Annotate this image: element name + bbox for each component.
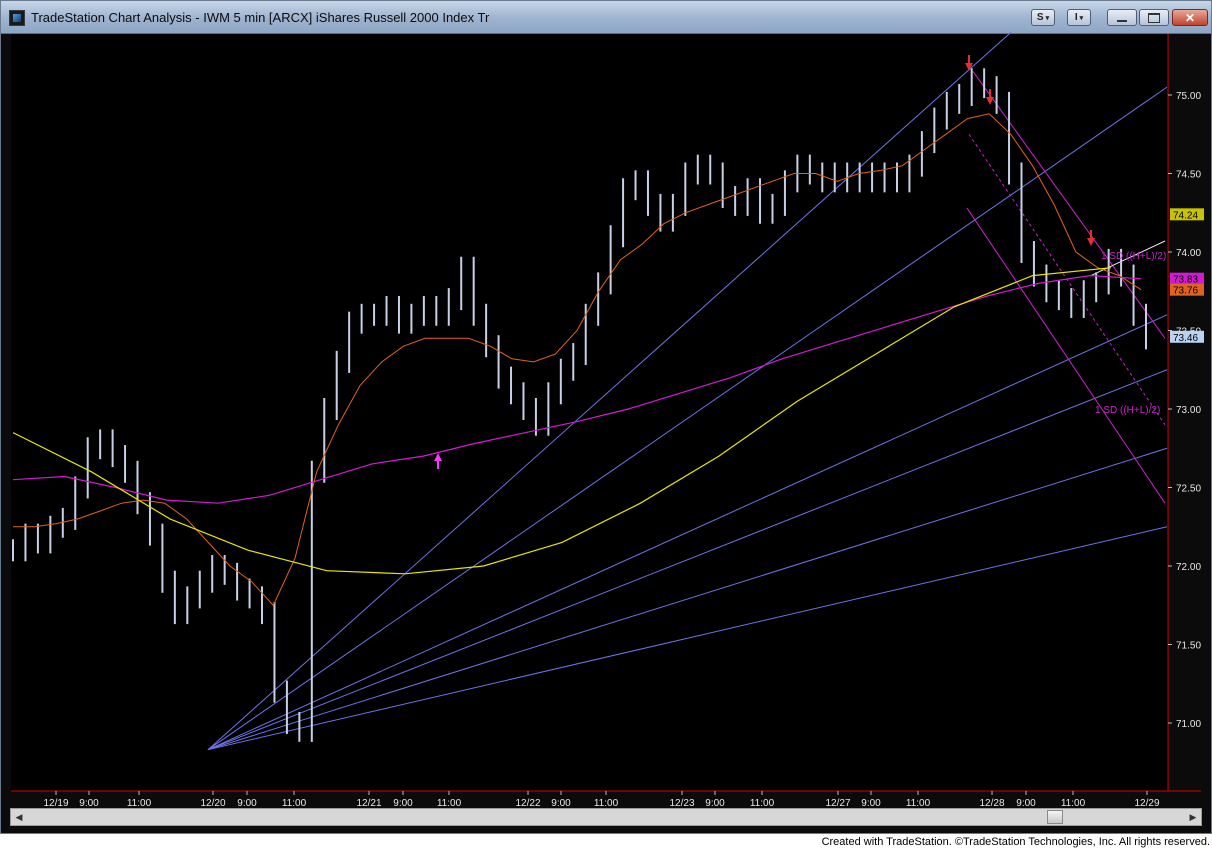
y-tick-label: 72.50 [1176, 484, 1201, 495]
horizontal-scrollbar[interactable]: ◀ ▶ [10, 808, 1202, 826]
y-tick-label: 71.50 [1176, 641, 1201, 652]
footer-credit: Created with TradeStation. ©TradeStation… [821, 836, 1210, 848]
chart-window: TradeStation Chart Analysis - IWM 5 min … [0, 0, 1212, 834]
y-tick-label: 75.00 [1176, 91, 1201, 102]
scroll-right-arrow-icon[interactable]: ▶ [1186, 810, 1200, 824]
sd-annotation-label: 1 SD ((H+L)/2) [1101, 251, 1166, 262]
plot-area [11, 34, 1168, 791]
y-tick-label: 74.00 [1176, 248, 1201, 259]
y-tick-label: 73.00 [1176, 405, 1201, 416]
scrollbar-thumb[interactable] [1047, 810, 1063, 824]
y-tick-label: 74.50 [1176, 170, 1201, 181]
scroll-left-arrow-icon[interactable]: ◀ [12, 810, 26, 824]
price-chart[interactable]: 75.0074.5074.0073.5073.0072.5072.0071.50… [1, 1, 1211, 833]
y-tick-label: 72.00 [1176, 562, 1201, 573]
price-badge-label: 73.76 [1173, 286, 1198, 297]
y-tick-label: 71.00 [1176, 719, 1201, 730]
price-badge-label: 74.24 [1173, 210, 1198, 221]
price-badge-label: 73.46 [1173, 333, 1198, 344]
sd-annotation-label: 1 SD ((H+L)/2) [1095, 405, 1160, 416]
